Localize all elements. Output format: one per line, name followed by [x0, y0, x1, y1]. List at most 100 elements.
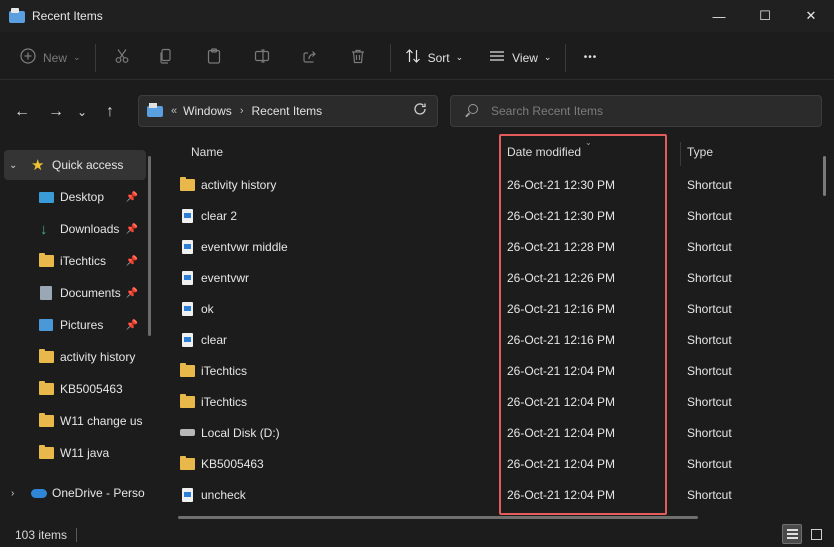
cut-icon: [114, 48, 130, 67]
sidebar-item-documents[interactable]: Documents 📌: [0, 278, 146, 308]
recent-locations-button[interactable]: ⌄: [71, 97, 93, 127]
close-button[interactable]: ✕: [788, 0, 834, 32]
file-list-scrollbar[interactable]: [823, 156, 826, 196]
folder-icon: [179, 362, 195, 377]
chevron-down-icon[interactable]: ⌄: [9, 160, 17, 171]
column-header-date-modified[interactable]: Date modified: [507, 136, 581, 168]
search-box[interactable]: [450, 95, 822, 127]
rename-button[interactable]: [238, 42, 286, 74]
sidebar-item-downloads[interactable]: ↓ Downloads 📌: [0, 214, 146, 244]
file-date: 26-Oct-21 12:04 PM: [507, 487, 616, 502]
file-explorer-icon: [147, 103, 165, 119]
sidebar-item-itechtics[interactable]: iTechtics 📌: [0, 246, 146, 276]
search-input[interactable]: [491, 104, 811, 118]
file-date: 26-Oct-21 12:04 PM: [507, 425, 616, 440]
file-row[interactable]: clear 2 26-Oct-21 12:30 PM Shortcut: [165, 200, 813, 231]
more-options-button[interactable]: •••: [572, 42, 608, 74]
file-type: Shortcut: [687, 270, 732, 285]
item-count: 103 items: [15, 527, 68, 542]
file-type: Shortcut: [687, 425, 732, 440]
disk-drive-icon: [179, 429, 195, 436]
sidebar-item-activity-history[interactable]: activity history: [0, 342, 146, 372]
file-row[interactable]: uncheck 26-Oct-21 12:04 PM Shortcut: [165, 479, 813, 510]
toolbar-divider: [389, 43, 391, 72]
sidebar-item-label: activity history: [60, 350, 136, 364]
sidebar-item-label: OneDrive - Perso: [52, 486, 145, 500]
file-row[interactable]: Local Disk (D:) 26-Oct-21 12:04 PM Short…: [165, 417, 813, 448]
sort-button[interactable]: Sort ⌄: [405, 42, 464, 74]
sidebar-item-w11-java[interactable]: W11 java: [0, 438, 146, 468]
window-controls: — ☐ ✕: [696, 0, 834, 32]
details-view-button[interactable]: [782, 524, 802, 544]
folder-icon: [179, 393, 195, 408]
up-button[interactable]: ↑: [95, 97, 125, 127]
column-divider[interactable]: [680, 142, 681, 166]
view-icon: [489, 48, 505, 67]
toolbar-divider: [94, 43, 96, 72]
breadcrumb-recent-items[interactable]: Recent Items: [251, 104, 322, 118]
file-name: Local Disk (D:): [201, 425, 280, 440]
view-button[interactable]: View ⌄: [489, 42, 551, 74]
cut-button[interactable]: [102, 42, 142, 74]
sidebar-scrollbar[interactable]: [148, 156, 151, 336]
toolbar-divider: [565, 43, 567, 72]
folder-icon: [179, 455, 195, 470]
file-name: ok: [201, 301, 214, 316]
forward-button[interactable]: →: [41, 97, 71, 127]
new-button[interactable]: New ⌄: [20, 42, 81, 74]
sidebar-item-quick-access[interactable]: ⌄ ★ Quick access: [4, 150, 146, 180]
sidebar-item-desktop[interactable]: Desktop 📌: [0, 182, 146, 212]
sidebar-item-kb5005463[interactable]: KB5005463: [0, 374, 146, 404]
star-icon: ★: [31, 156, 45, 174]
file-row[interactable]: activity history 26-Oct-21 12:30 PM Shor…: [165, 169, 813, 200]
folder-icon: [39, 445, 54, 459]
column-header-name[interactable]: Name: [191, 136, 223, 168]
delete-button[interactable]: [334, 42, 382, 74]
paste-button[interactable]: [190, 42, 238, 74]
layout-switcher: [782, 524, 826, 544]
sidebar-item-w11-change-us[interactable]: W11 change us: [0, 406, 146, 436]
breadcrumb-separator[interactable]: ›: [240, 105, 244, 117]
horizontal-scrollbar[interactable]: [178, 516, 698, 519]
file-name: clear: [201, 332, 228, 347]
breadcrumb-windows[interactable]: Windows: [183, 104, 232, 118]
share-button[interactable]: [286, 42, 334, 74]
sidebar-item-onedrive[interactable]: › OneDrive - Perso: [0, 478, 146, 508]
column-header-type[interactable]: Type: [687, 136, 713, 168]
sort-descending-icon: ⌄: [585, 138, 592, 147]
file-row[interactable]: ok 26-Oct-21 12:16 PM Shortcut: [165, 293, 813, 324]
refresh-button[interactable]: [403, 96, 437, 126]
file-row[interactable]: eventvwr 26-Oct-21 12:26 PM Shortcut: [165, 262, 813, 293]
sidebar-item-label: iTechtics: [60, 254, 107, 268]
maximize-button[interactable]: ☐: [742, 0, 788, 32]
minimize-button[interactable]: —: [696, 0, 742, 32]
file-row[interactable]: clear 26-Oct-21 12:16 PM Shortcut: [165, 324, 813, 355]
folder-icon: [179, 176, 195, 191]
file-row[interactable]: KB5005463 26-Oct-21 12:04 PM Shortcut: [165, 448, 813, 479]
shortcut-icon: [181, 332, 193, 347]
sidebar-item-label: W11 change us: [60, 414, 143, 428]
copy-button[interactable]: [142, 42, 190, 74]
file-type: Shortcut: [687, 363, 732, 378]
file-type: Shortcut: [687, 394, 732, 409]
refresh-icon: [413, 102, 427, 120]
file-name: eventvwr middle: [201, 239, 288, 254]
overflow-icon[interactable]: «: [171, 105, 177, 117]
sidebar-item-label: Quick access: [52, 158, 124, 172]
chevron-right-icon[interactable]: ›: [11, 488, 14, 499]
details-view-icon: [786, 529, 798, 539]
pictures-icon: [39, 319, 53, 331]
back-button[interactable]: ←: [7, 97, 37, 127]
tiles-view-button[interactable]: [806, 524, 826, 544]
chevron-down-icon: ⌄: [455, 52, 464, 62]
file-name: iTechtics: [201, 363, 248, 378]
pin-icon: 📌: [125, 287, 138, 299]
file-date: 26-Oct-21 12:04 PM: [507, 363, 616, 378]
file-row[interactable]: iTechtics 26-Oct-21 12:04 PM Shortcut: [165, 355, 813, 386]
address-bar[interactable]: « Windows › Recent Items: [138, 95, 438, 127]
chevron-down-icon: ⌄: [73, 52, 81, 62]
sidebar-item-pictures[interactable]: Pictures 📌: [0, 310, 146, 340]
file-row[interactable]: eventvwr middle 26-Oct-21 12:28 PM Short…: [165, 231, 813, 262]
file-row[interactable]: iTechtics 26-Oct-21 12:04 PM Shortcut: [165, 386, 813, 417]
downloads-icon: ↓: [40, 220, 48, 238]
